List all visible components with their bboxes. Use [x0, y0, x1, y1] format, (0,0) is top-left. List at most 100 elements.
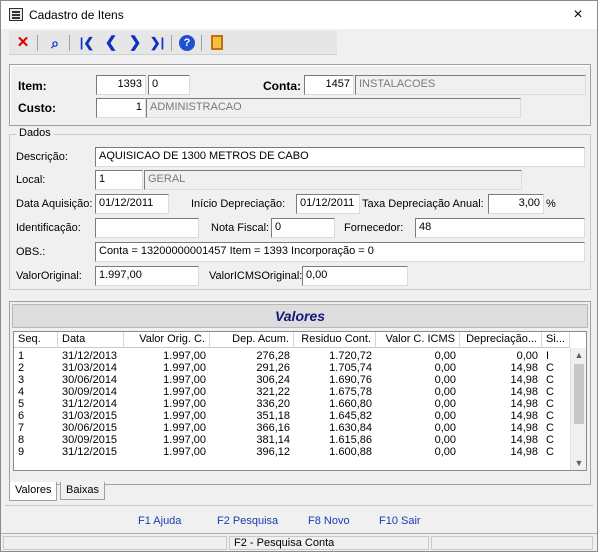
table-cell: 5: [18, 398, 25, 410]
table-cell: 0,00: [516, 350, 538, 362]
table-cell: 1.997,00: [163, 446, 206, 458]
item-number-field[interactable]: 1393: [96, 75, 146, 95]
status-panel-right: [431, 536, 593, 550]
local-code-field[interactable]: 1: [95, 170, 143, 190]
descricao-field[interactable]: AQUISICAO DE 1300 METROS DE CABO: [95, 147, 585, 167]
table-row[interactable]: 9 31/12/2015 1.997,00 396,12 1.600,88 0,00 14,…: [14, 446, 570, 458]
table-cell: 9: [18, 446, 25, 458]
descricao-label: Descrição:: [16, 151, 68, 163]
f1-ajuda-link[interactable]: F1 Ajuda: [138, 515, 181, 527]
table-cell: C: [546, 362, 554, 374]
column-header[interactable]: Dep. Acum.: [210, 332, 294, 348]
table-cell: 336,20: [256, 398, 290, 410]
help-icon[interactable]: ?: [177, 33, 197, 53]
table-cell: 1.997,00: [163, 410, 206, 422]
data-aquisicao-label: Data Aquisição:: [16, 198, 93, 210]
status-panel-left: [3, 536, 227, 550]
f2-pesquisa-link[interactable]: F2 Pesquisa: [217, 515, 278, 527]
dados-legend: Dados: [16, 127, 54, 139]
prev-record-icon[interactable]: ❮: [101, 33, 121, 53]
table-row[interactable]: 4 30/09/2014 1.997,00 321,22 1.675,78 0,00 14,…: [14, 386, 570, 398]
last-record-icon[interactable]: ❯|: [147, 33, 167, 53]
table-row[interactable]: 8 30/09/2015 1.997,00 381,14 1.615,86 0,00 14,…: [14, 434, 570, 446]
scroll-up-icon[interactable]: ▲: [571, 348, 586, 362]
column-header[interactable]: Depreciação...: [460, 332, 542, 348]
taxa-field[interactable]: 3,00: [488, 194, 544, 214]
table-cell: 1.705,74: [329, 362, 372, 374]
nota-fiscal-field[interactable]: 0: [271, 218, 335, 238]
f10-sair-link[interactable]: F10 Sair: [379, 515, 421, 527]
f8-novo-link[interactable]: F8 Novo: [308, 515, 350, 527]
fornecedor-label: Fornecedor:: [344, 222, 404, 234]
taxa-unit: %: [546, 198, 556, 210]
column-header[interactable]: Valor Orig. C.: [124, 332, 210, 348]
table-row[interactable]: 1 31/12/2013 1.997,00 276,28 1.720,72 0,00 0,0…: [14, 350, 570, 362]
table-cell: 1.720,72: [329, 350, 372, 362]
valor-icms-field[interactable]: 0,00: [302, 266, 408, 286]
header-panel: Item: 1393 0 Conta: 1457 INSTALACOES Cus…: [9, 64, 591, 126]
vertical-scrollbar[interactable]: ▲ ▼: [570, 348, 586, 470]
identificacao-label: Identificação:: [16, 222, 81, 234]
window-title: Cadastro de Itens: [29, 8, 124, 22]
title-bar: Cadastro de Itens ×: [1, 1, 597, 29]
valor-original-field[interactable]: 1.997,00: [95, 266, 199, 286]
table-cell: 1.997,00: [163, 362, 206, 374]
table-cell: C: [546, 398, 554, 410]
table-cell: 291,26: [256, 362, 290, 374]
table-cell: 31/12/2013: [62, 350, 118, 362]
local-name-field: GERAL: [144, 170, 522, 190]
grid-header: Seq. Data Valor Orig. C. Dep. Acum. Residuo …: [14, 332, 570, 348]
first-record-icon[interactable]: |❮: [77, 33, 97, 53]
valores-grid[interactable]: Seq. Data Valor Orig. C. Dep. Acum. Residuo …: [13, 331, 587, 471]
table-cell: 1.997,00: [163, 350, 206, 362]
column-header[interactable]: Valor C. ICMS: [376, 332, 460, 348]
table-cell: C: [546, 446, 554, 458]
table-row[interactable]: 7 30/06/2015 1.997,00 366,16 1.630,84 0,00 14,…: [14, 422, 570, 434]
table-row[interactable]: 6 31/03/2015 1.997,00 351,18 1.645,82 0,00 14,…: [14, 410, 570, 422]
table-cell: 31/03/2014: [62, 362, 118, 374]
tab-valores[interactable]: Valores: [9, 482, 58, 501]
table-cell: 0,00: [434, 410, 456, 422]
app-icon: [9, 8, 23, 21]
table-cell: 306,24: [256, 374, 290, 386]
table-cell: 3: [18, 374, 25, 386]
table-cell: 14,98: [510, 446, 538, 458]
table-cell: 276,28: [256, 350, 290, 362]
exit-door-icon[interactable]: [207, 33, 227, 53]
table-cell: 14,98: [510, 410, 538, 422]
close-icon[interactable]: ×: [565, 4, 591, 26]
inicio-depreciacao-label: Início Depreciação:: [191, 198, 286, 210]
table-cell: 14,98: [510, 434, 538, 446]
column-header[interactable]: Residuo Cont.: [294, 332, 376, 348]
item-sub-field[interactable]: 0: [148, 75, 190, 95]
table-cell: 0,00: [434, 362, 456, 374]
nota-fiscal-label: Nota Fiscal:: [211, 222, 270, 234]
column-header[interactable]: Data: [58, 332, 124, 348]
valores-panel: Valores Seq. Data Valor Orig. C. Dep. Acum.…: [9, 301, 591, 485]
obs-field[interactable]: Conta = 13200000001457 Item = 1393 Incor…: [95, 242, 585, 262]
next-record-icon[interactable]: ❯: [125, 33, 145, 53]
search-icon[interactable]: ⌕: [45, 33, 65, 53]
table-row[interactable]: 5 31/12/2014 1.997,00 336,20 1.660,80 0,00 14,…: [14, 398, 570, 410]
table-row[interactable]: 3 30/06/2014 1.997,00 306,24 1.690,76 0,00 14,…: [14, 374, 570, 386]
delete-icon[interactable]: ✕: [13, 33, 33, 53]
scroll-down-icon[interactable]: ▼: [571, 456, 586, 470]
table-cell: 0,00: [434, 398, 456, 410]
dados-group: Dados Descrição: AQUISICAO DE 1300 METRO…: [9, 127, 591, 290]
table-cell: 1.690,76: [329, 374, 372, 386]
table-cell: 4: [18, 386, 25, 398]
column-header[interactable]: Seq.: [14, 332, 58, 348]
fornecedor-field[interactable]: 48: [415, 218, 585, 238]
table-cell: 1.997,00: [163, 386, 206, 398]
status-bar: F2 - Pesquisa Conta: [1, 533, 597, 551]
table-row[interactable]: 2 31/03/2014 1.997,00 291,26 1.705,74 0,00 14,…: [14, 362, 570, 374]
custo-code-field[interactable]: 1: [96, 98, 146, 118]
identificacao-field[interactable]: [95, 218, 199, 238]
valores-title: Valores: [12, 304, 588, 328]
scroll-thumb[interactable]: [574, 364, 584, 424]
column-header[interactable]: Si...: [542, 332, 570, 348]
tab-baixas[interactable]: Baixas: [60, 482, 106, 500]
conta-code-field[interactable]: 1457: [304, 75, 354, 95]
data-aquisicao-field[interactable]: 01/12/2011: [95, 194, 169, 214]
inicio-depreciacao-field[interactable]: 01/12/2011: [296, 194, 360, 214]
